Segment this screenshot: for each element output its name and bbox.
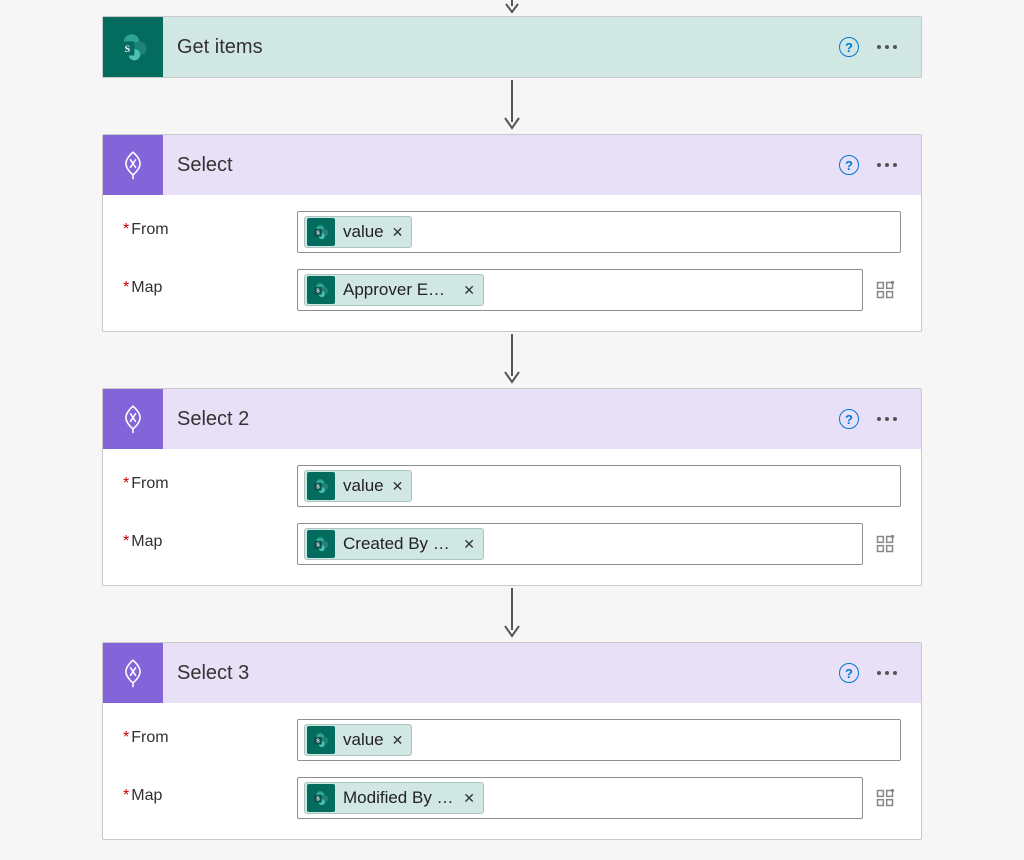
remove-token-icon[interactable]: ✕ <box>392 224 404 241</box>
param-label: *Map <box>123 523 297 551</box>
map-input[interactable]: S Modified By E… ✕ <box>297 777 863 819</box>
dynamic-token-value[interactable]: S value ✕ <box>304 216 412 248</box>
remove-token-icon[interactable]: ✕ <box>392 478 404 495</box>
action-card-get-items[interactable]: S Get items ? <box>102 16 922 78</box>
flow-canvas: S Get items ? Select ? <box>0 0 1024 860</box>
svg-text:S: S <box>316 485 320 491</box>
param-row-from: *From S value ✕ <box>123 211 901 253</box>
card-title: Get items <box>163 36 833 59</box>
data-operation-icon <box>103 389 163 449</box>
sharepoint-icon: S <box>307 472 335 500</box>
help-button[interactable]: ? <box>833 31 865 63</box>
svg-text:S: S <box>316 797 320 803</box>
remove-token-icon[interactable]: ✕ <box>463 790 475 807</box>
svg-text:S: S <box>316 739 320 745</box>
from-input[interactable]: S value ✕ <box>297 719 901 761</box>
dynamic-token-approver-email[interactable]: S Approver Email ✕ <box>304 274 484 306</box>
map-input[interactable]: S Created By Em… ✕ <box>297 523 863 565</box>
sharepoint-icon: S <box>307 530 335 558</box>
map-input[interactable]: S Approver Email ✕ <box>297 269 863 311</box>
connector[interactable] <box>500 586 524 642</box>
connector-top <box>500 0 524 16</box>
sharepoint-icon: S <box>307 784 335 812</box>
remove-token-icon[interactable]: ✕ <box>463 536 475 553</box>
param-label: *Map <box>123 777 297 805</box>
sharepoint-icon: S <box>103 17 163 77</box>
from-input[interactable]: S value ✕ <box>297 211 901 253</box>
param-row-from: *From S value ✕ <box>123 465 901 507</box>
card-title: Select 2 <box>163 408 833 431</box>
dynamic-token-created-by-email[interactable]: S Created By Em… ✕ <box>304 528 484 560</box>
param-row-from: *From S value ✕ <box>123 719 901 761</box>
data-operation-icon <box>103 135 163 195</box>
svg-text:S: S <box>316 543 320 549</box>
switch-map-mode-button[interactable] <box>869 269 901 311</box>
more-menu-button[interactable] <box>871 657 903 689</box>
param-label: *From <box>123 211 297 239</box>
param-label: *Map <box>123 269 297 297</box>
param-row-map: *Map S Modified By E… ✕ <box>123 777 901 819</box>
param-label: *From <box>123 719 297 747</box>
help-button[interactable]: ? <box>833 403 865 435</box>
sharepoint-icon: S <box>307 218 335 246</box>
svg-text:S: S <box>316 289 320 295</box>
action-card-select-3[interactable]: Select 3 ? *From S value ✕ <box>102 642 922 840</box>
action-card-select[interactable]: Select ? *From S <box>102 134 922 332</box>
svg-text:S: S <box>316 231 320 237</box>
svg-text:S: S <box>125 44 131 55</box>
help-button[interactable]: ? <box>833 657 865 689</box>
more-menu-button[interactable] <box>871 403 903 435</box>
connector[interactable] <box>500 78 524 134</box>
from-input[interactable]: S value ✕ <box>297 465 901 507</box>
more-menu-button[interactable] <box>871 31 903 63</box>
connector[interactable] <box>500 332 524 388</box>
more-menu-button[interactable] <box>871 149 903 181</box>
switch-map-mode-button[interactable] <box>869 523 901 565</box>
param-label: *From <box>123 465 297 493</box>
sharepoint-icon: S <box>307 276 335 304</box>
sharepoint-icon: S <box>307 726 335 754</box>
dynamic-token-modified-by-email[interactable]: S Modified By E… ✕ <box>304 782 484 814</box>
data-operation-icon <box>103 643 163 703</box>
dynamic-token-value[interactable]: S value ✕ <box>304 724 412 756</box>
param-row-map: *Map S Created By Em… ✕ <box>123 523 901 565</box>
card-title: Select 3 <box>163 662 833 685</box>
param-row-map: *Map S Approver Email ✕ <box>123 269 901 311</box>
remove-token-icon[interactable]: ✕ <box>392 732 404 749</box>
dynamic-token-value[interactable]: S value ✕ <box>304 470 412 502</box>
action-card-select-2[interactable]: Select 2 ? *From S value ✕ <box>102 388 922 586</box>
remove-token-icon[interactable]: ✕ <box>463 282 475 299</box>
switch-map-mode-button[interactable] <box>869 777 901 819</box>
help-button[interactable]: ? <box>833 149 865 181</box>
card-title: Select <box>163 154 833 177</box>
